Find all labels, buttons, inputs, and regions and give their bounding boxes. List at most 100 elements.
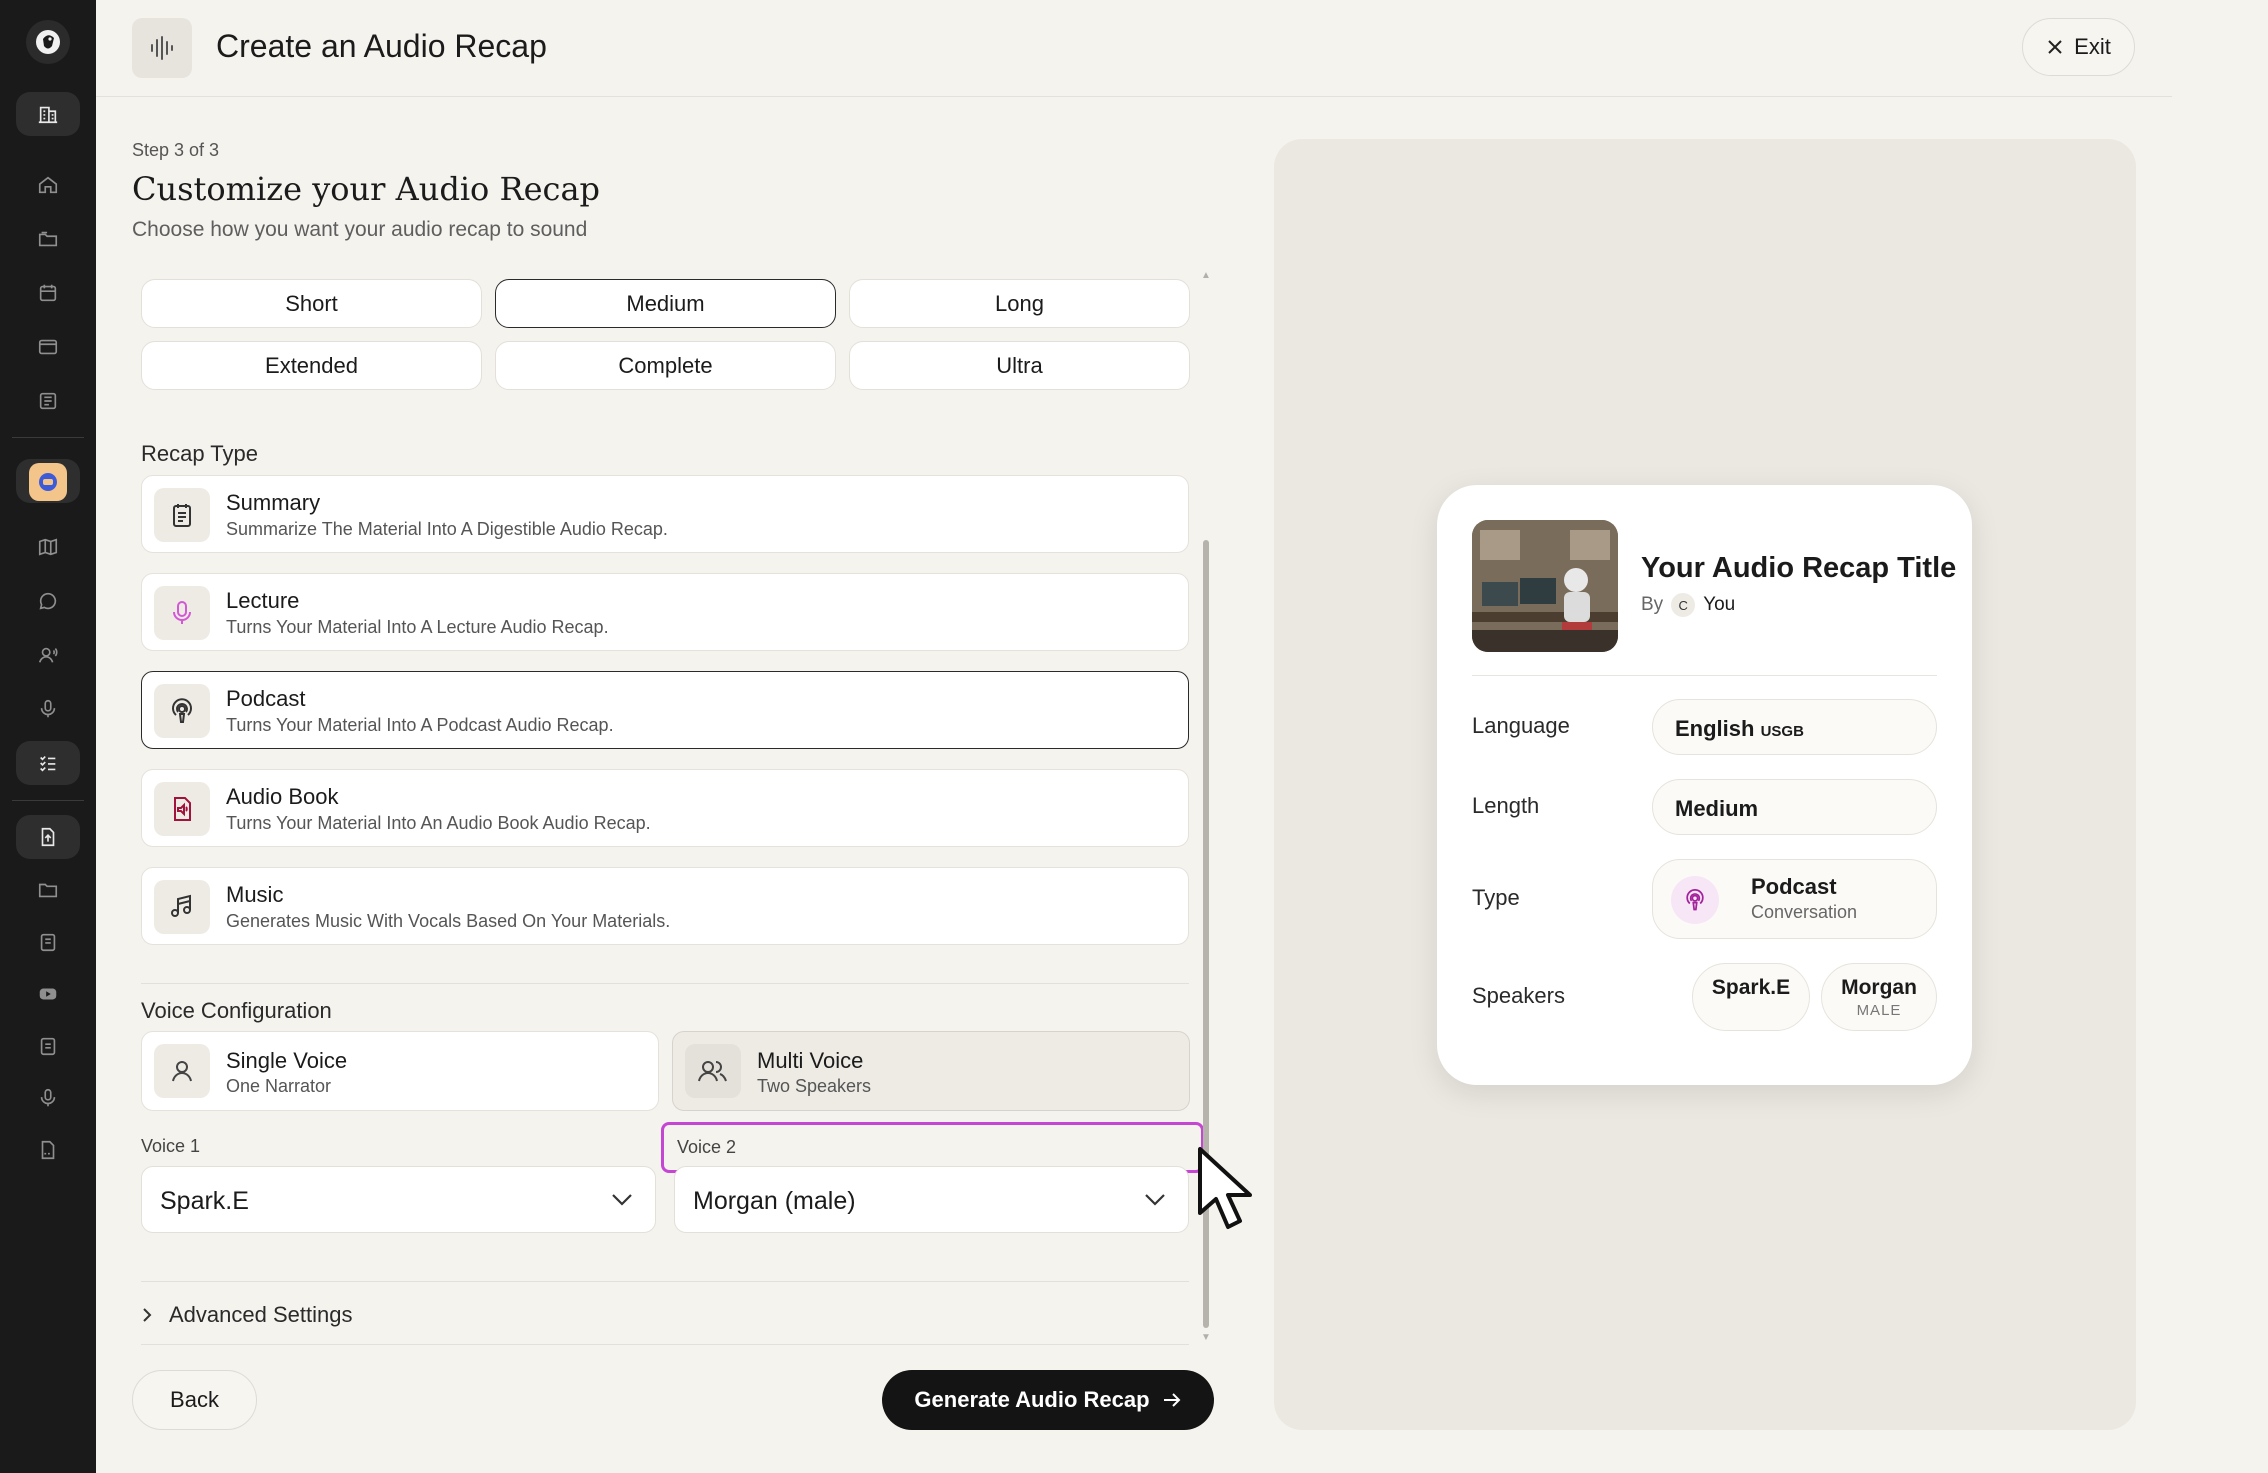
podcast-icon [154, 684, 210, 738]
step-indicator: Step 3 of 3 [132, 140, 220, 160]
speaker-name: Spark.E [1711, 976, 1791, 999]
sidebar-divider [12, 800, 84, 801]
voice-option-desc: One Narrator [226, 1076, 332, 1096]
recap-title: Your Audio Recap Title [1641, 552, 1957, 584]
length-option-short[interactable]: Short [141, 279, 482, 328]
people-icon [685, 1044, 741, 1098]
exit-button[interactable]: Exit [2022, 18, 2135, 76]
voice-option-single[interactable]: Single Voice One Narrator [141, 1031, 659, 1111]
close-icon [2048, 40, 2062, 54]
audio-file-icon [154, 782, 210, 836]
type-label: Type [1472, 885, 1520, 910]
generate-label: Generate Audio Recap [914, 1387, 1150, 1412]
sidebar-folder-icon[interactable] [16, 868, 80, 912]
sidebar-library-icon[interactable] [16, 379, 80, 423]
length-option-complete[interactable]: Complete [495, 341, 836, 390]
sidebar-folders-icon[interactable] [16, 217, 80, 261]
voice-2-select[interactable]: Morgan (male) [674, 1166, 1189, 1233]
sidebar-voice-tutor-icon[interactable] [16, 633, 80, 677]
voice-1-select[interactable]: Spark.E [141, 1166, 656, 1233]
notepad-icon [154, 488, 210, 542]
microphone-icon [154, 586, 210, 640]
generate-audio-recap-button[interactable]: Generate Audio Recap [882, 1370, 1214, 1430]
type-value: Podcast [1751, 874, 1837, 899]
recap-type-music[interactable]: Music Generates Music With Vocals Based … [141, 867, 1189, 945]
recap-type-title: Summary [226, 490, 321, 515]
sidebar-map-icon[interactable] [16, 525, 80, 569]
chevron-down-icon [1145, 1194, 1165, 1206]
sidebar-checklist-icon[interactable] [16, 741, 80, 785]
speaker-chip: Morgan MALE [1821, 963, 1937, 1031]
audio-waveform-icon [132, 18, 192, 78]
mascot-logo-icon [36, 30, 60, 54]
chevron-right-icon [143, 1308, 152, 1322]
sidebar-chat-icon[interactable] [16, 579, 80, 623]
type-sub: Conversation [1751, 902, 1858, 922]
recap-type-title: Music [226, 882, 284, 907]
section-divider [141, 983, 1189, 984]
sidebar-organization-icon[interactable] [16, 92, 80, 136]
page-title: Create an Audio Recap [216, 28, 547, 64]
recap-type-desc: Turns Your Material Into A Podcast Audio… [226, 715, 614, 735]
avatar: C [1671, 593, 1696, 617]
recap-type-podcast[interactable]: Podcast Turns Your Material Into A Podca… [141, 671, 1189, 749]
voice-1-label: Voice 1 [141, 1136, 201, 1156]
back-button[interactable]: Back [132, 1370, 257, 1430]
mouse-cursor-icon [1198, 1147, 1252, 1229]
arrow-right-icon [1163, 1393, 1180, 1407]
sidebar-divider [12, 437, 84, 438]
sidebar-upload-file-icon[interactable] [16, 815, 80, 859]
preview-card: Your Audio Recap Title By C You Language… [1437, 485, 1972, 1085]
language-value: English [1675, 716, 1755, 741]
sidebar-calendar-icon[interactable] [16, 271, 80, 315]
sidebar-browser-icon[interactable] [16, 325, 80, 369]
recap-type-audio-book[interactable]: Audio Book Turns Your Material Into An A… [141, 769, 1189, 847]
recap-type-desc: Turns Your Material Into An Audio Book A… [226, 813, 651, 833]
type-pill: Podcast Conversation [1652, 859, 1937, 939]
sidebar-microphone-icon[interactable] [16, 687, 80, 731]
recap-type-lecture[interactable]: Lecture Turns Your Material Into A Lectu… [141, 573, 1189, 651]
length-option-ultra[interactable]: Ultra [849, 341, 1190, 390]
speaker-gender: MALE [1856, 1002, 1902, 1019]
sidebar-notes-icon[interactable] [16, 1024, 80, 1068]
voice-config-label: Voice Configuration [141, 998, 332, 1023]
length-pill: Medium [1652, 779, 1937, 835]
recap-type-label: Recap Type [141, 441, 259, 466]
length-option-long[interactable]: Long [849, 279, 1190, 328]
length-value: Medium [1675, 796, 1759, 821]
sidebar-youtube-icon[interactable] [16, 972, 80, 1016]
section-divider [141, 1281, 1189, 1282]
recap-type-title: Lecture [226, 588, 300, 613]
sidebar-home-icon[interactable] [16, 163, 80, 207]
scroll-down-arrow[interactable]: ▼ [1201, 1332, 1211, 1343]
workspace-badge-icon[interactable] [29, 463, 67, 501]
music-note-icon [154, 880, 210, 934]
voice-option-multi[interactable]: Multi Voice Two Speakers [672, 1031, 1190, 1111]
sidebar-pdf-icon[interactable] [16, 1128, 80, 1172]
scroll-up-arrow[interactable]: ▲ [1201, 270, 1211, 281]
advanced-settings-toggle[interactable]: Advanced Settings [141, 1302, 352, 1328]
length-option-medium[interactable]: Medium [495, 279, 836, 328]
sidebar-document-icon[interactable] [16, 920, 80, 964]
form-subtitle: Choose how you want your audio recap to … [132, 218, 588, 241]
recap-type-desc: Summarize The Material Into A Digestible… [226, 519, 668, 539]
voice-option-title: Multi Voice [757, 1048, 864, 1073]
length-label: Length [1472, 793, 1540, 818]
section-divider [141, 1344, 1189, 1345]
length-option-extended[interactable]: Extended [141, 341, 482, 390]
voice-option-desc: Two Speakers [757, 1076, 872, 1096]
chevron-down-icon [612, 1194, 632, 1206]
card-divider [1472, 675, 1937, 676]
person-icon [154, 1044, 210, 1098]
sidebar-audio-icon[interactable] [16, 1076, 80, 1120]
advanced-settings-label: Advanced Settings [169, 1302, 353, 1327]
recap-type-title: Podcast [226, 686, 306, 711]
voice-option-title: Single Voice [226, 1048, 348, 1073]
language-variant: USGB [1760, 723, 1804, 740]
recap-type-summary[interactable]: Summary Summarize The Material Into A Di… [141, 475, 1189, 553]
recap-type-desc: Generates Music With Vocals Based On You… [226, 911, 671, 931]
recap-type-title: Audio Book [226, 784, 339, 809]
app-logo[interactable] [26, 20, 70, 64]
by-label: By [1641, 594, 1664, 615]
voice-1-value: Spark.E [160, 1187, 249, 1215]
